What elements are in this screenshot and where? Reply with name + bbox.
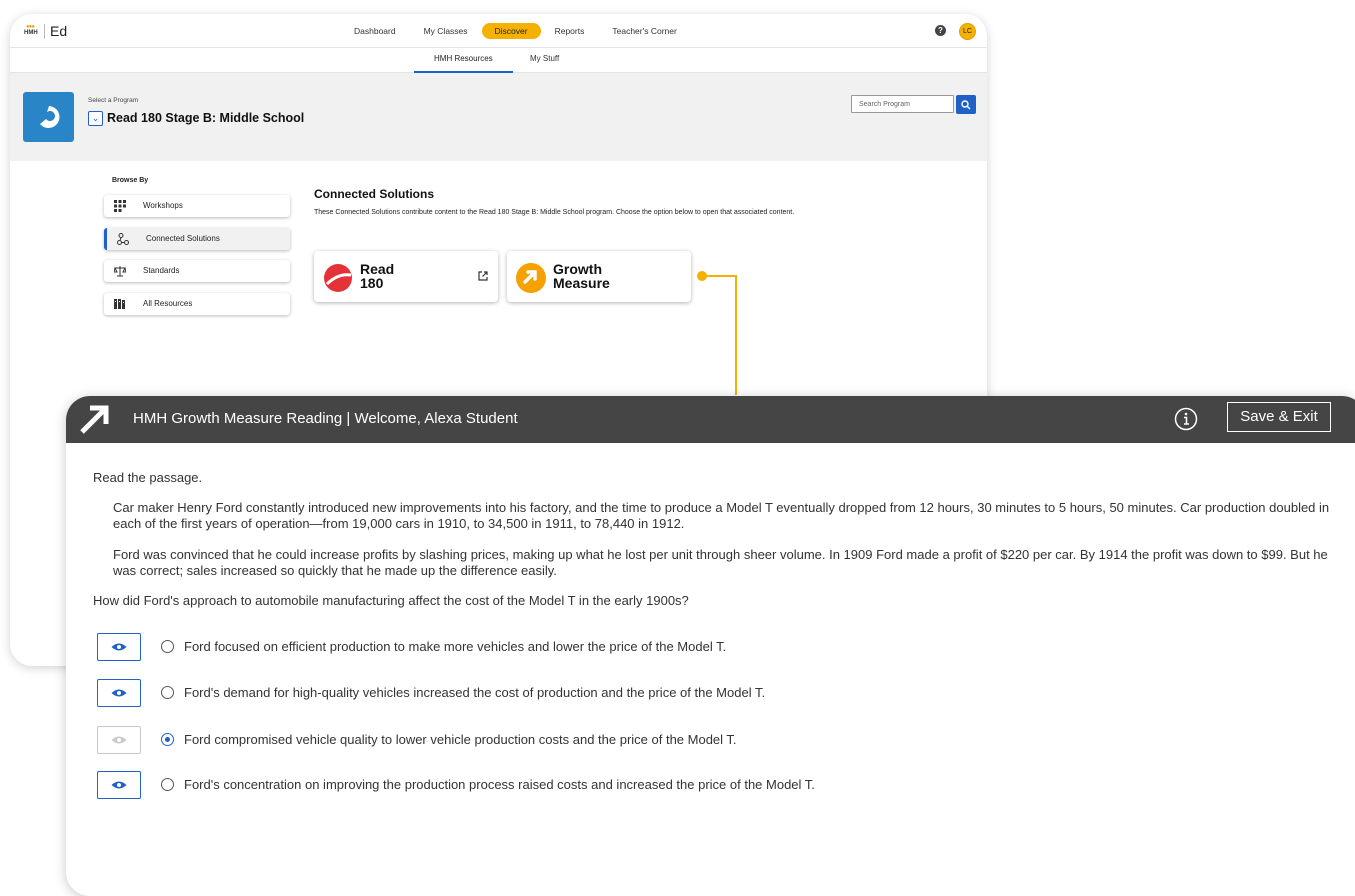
option-text: Ford compromised vehicle quality to lowe… <box>184 732 737 747</box>
growth-measure-logo-icon <box>516 263 546 293</box>
scale-icon <box>114 266 126 277</box>
eliminate-toggle[interactable] <box>97 633 141 661</box>
browse-by-label: Browse By <box>112 177 149 184</box>
growth-measure-name: Growth Measure <box>553 261 610 291</box>
browse-item-standards[interactable]: Standards <box>104 260 290 282</box>
help-icon[interactable]: ? <box>935 25 946 36</box>
browse-item-label: Workshops <box>143 201 183 210</box>
answer-option[interactable]: Ford's concentration on improving the pr… <box>97 771 1297 799</box>
nav-my-classes[interactable]: My Classes <box>410 23 482 39</box>
book-stack-icon <box>114 299 125 309</box>
question-stem: How did Ford's approach to automobile ma… <box>93 593 689 608</box>
eliminate-toggle[interactable] <box>97 726 141 754</box>
browse-item-label: Standards <box>143 266 180 275</box>
option-text: Ford focused on efficient production to … <box>184 639 727 654</box>
eye-icon <box>111 736 127 744</box>
answer-option[interactable]: Ford's demand for high-quality vehicles … <box>97 679 1297 707</box>
answer-option[interactable]: Ford focused on efficient production to … <box>97 633 1297 661</box>
read180-logo-icon <box>324 264 352 292</box>
answer-option-selected[interactable]: Ford compromised vehicle quality to lowe… <box>97 726 1297 754</box>
search-button[interactable] <box>956 95 976 114</box>
eye-icon <box>111 689 127 697</box>
tab-my-stuff[interactable]: My Stuff <box>530 48 559 70</box>
read180-name: Read 180 <box>360 261 395 291</box>
browse-item-label: Connected Solutions <box>146 234 220 243</box>
app-name: Ed <box>50 23 68 39</box>
program-header: Select a Program ⌄ Read 180 Stage B: Mid… <box>10 73 987 161</box>
eliminate-toggle[interactable] <box>97 771 141 799</box>
browse-item-workshops[interactable]: Workshops <box>104 195 290 217</box>
assessment-window: HMH Growth Measure Reading | Welcome, Al… <box>66 396 1355 896</box>
growth-measure-card[interactable]: Growth Measure <box>507 251 691 302</box>
option-text: Ford's demand for high-quality vehicles … <box>184 685 766 700</box>
nav-dashboard[interactable]: Dashboard <box>340 23 410 39</box>
browse-item-all-resources[interactable]: All Resources <box>104 293 290 315</box>
instruction: Read the passage. <box>93 470 203 485</box>
radio-button[interactable] <box>161 778 174 791</box>
passage-paragraph: Ford was convinced that he could increas… <box>113 547 1328 578</box>
read180-card[interactable]: Read 180 <box>314 251 498 302</box>
nav-reports[interactable]: Reports <box>541 23 599 39</box>
radio-button[interactable] <box>161 686 174 699</box>
nav-teachers-corner[interactable]: Teacher's Corner <box>598 23 690 39</box>
browse-item-connected-solutions[interactable]: Connected Solutions <box>104 228 290 250</box>
save-exit-button[interactable]: Save & Exit <box>1227 402 1331 432</box>
connector-line <box>735 275 737 395</box>
sub-navigation: HMH Resources My Stuff <box>10 48 987 73</box>
logo-divider <box>44 23 45 39</box>
growth-arrow-icon <box>80 405 109 434</box>
grid-icon <box>114 200 126 212</box>
section-description: These Connected Solutions contribute con… <box>314 209 795 216</box>
avatar[interactable]: LC <box>959 23 976 40</box>
assessment-header: HMH Growth Measure Reading | Welcome, Al… <box>66 396 1355 443</box>
eliminate-toggle[interactable] <box>97 679 141 707</box>
external-link-icon[interactable] <box>478 271 488 281</box>
nav-discover[interactable]: Discover <box>481 23 541 39</box>
radio-button-selected[interactable] <box>161 733 174 746</box>
chevron-down-icon[interactable]: ⌄ <box>88 111 103 126</box>
eye-icon <box>111 643 127 651</box>
connector-line <box>706 275 737 277</box>
main-nav: Dashboard My Classes Discover Reports Te… <box>340 23 691 39</box>
hmh-ed-logo[interactable]: ●●● HMH Ed <box>24 23 67 39</box>
tab-hmh-resources[interactable]: HMH Resources <box>414 48 513 73</box>
program-selector[interactable]: Read 180 Stage B: Middle School <box>107 111 304 125</box>
hmh-logo-icon: ●●● HMH <box>24 24 38 36</box>
info-icon[interactable] <box>1174 407 1198 431</box>
eye-icon <box>111 781 127 789</box>
radio-button[interactable] <box>161 640 174 653</box>
passage-paragraph: Car maker Henry Ford constantly introduc… <box>113 500 1330 531</box>
top-navigation-bar: ●●● HMH Ed Dashboard My Classes Discover… <box>10 14 987 48</box>
section-title: Connected Solutions <box>314 187 434 201</box>
browse-item-label: All Resources <box>143 299 193 308</box>
connected-nodes-icon <box>117 233 129 245</box>
select-program-label: Select a Program <box>88 97 139 104</box>
option-text: Ford's concentration on improving the pr… <box>184 777 815 792</box>
search-program-input[interactable]: Search Program <box>851 95 954 113</box>
program-logo-icon <box>23 92 74 142</box>
assessment-title: HMH Growth Measure Reading | Welcome, Al… <box>133 410 518 427</box>
search-icon <box>961 100 971 110</box>
